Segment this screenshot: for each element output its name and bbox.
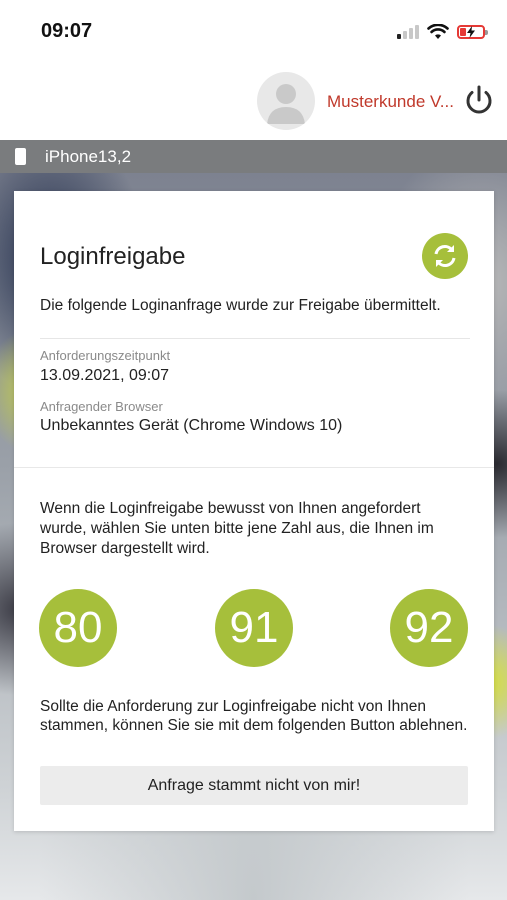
device-name: iPhone13,2 — [45, 147, 132, 166]
wifi-icon — [427, 24, 449, 39]
user-avatar-icon[interactable] — [257, 72, 315, 130]
phone-icon — [15, 148, 26, 165]
browser-value: Unbekanntes Gerät (Chrome Windows 10) — [40, 417, 343, 434]
request-time-value: 13.09.2021, 09:07 — [40, 367, 170, 384]
device-bar: iPhone13,2 — [0, 140, 507, 173]
number-button-3[interactable]: 92 — [390, 589, 468, 667]
number-button-1[interactable]: 80 — [39, 589, 117, 667]
power-icon[interactable] — [462, 84, 496, 118]
battery-charging-icon — [457, 25, 488, 39]
deny-button[interactable]: Anfrage stammt nicht von mir! — [40, 766, 468, 805]
deny-text: Sollte die Anforderung zur Loginfreigabe… — [40, 698, 468, 734]
status-bar: 09:07 — [0, 0, 507, 62]
cellular-signal-icon — [397, 25, 419, 39]
request-time-label: Anforderungszeitpunkt — [40, 348, 171, 363]
user-name[interactable]: Musterkunde V... — [327, 92, 454, 112]
instruction-text: Wenn die Loginfreigabe bewusst von Ihnen… — [40, 500, 434, 557]
status-icons — [397, 22, 488, 42]
browser-label: Anfragender Browser — [40, 399, 163, 414]
intro-text: Die folgende Loginanfrage wurde zur Frei… — [40, 297, 441, 314]
divider — [14, 467, 494, 468]
login-approval-card: Loginfreigabe Die folgende Loginanfrage … — [14, 191, 494, 831]
app-header: Musterkunde V... — [0, 62, 507, 140]
card-title: Loginfreigabe — [40, 243, 186, 270]
status-time: 09:07 — [41, 20, 93, 42]
divider — [40, 338, 470, 339]
refresh-icon[interactable] — [422, 233, 468, 279]
number-button-2[interactable]: 91 — [215, 589, 293, 667]
